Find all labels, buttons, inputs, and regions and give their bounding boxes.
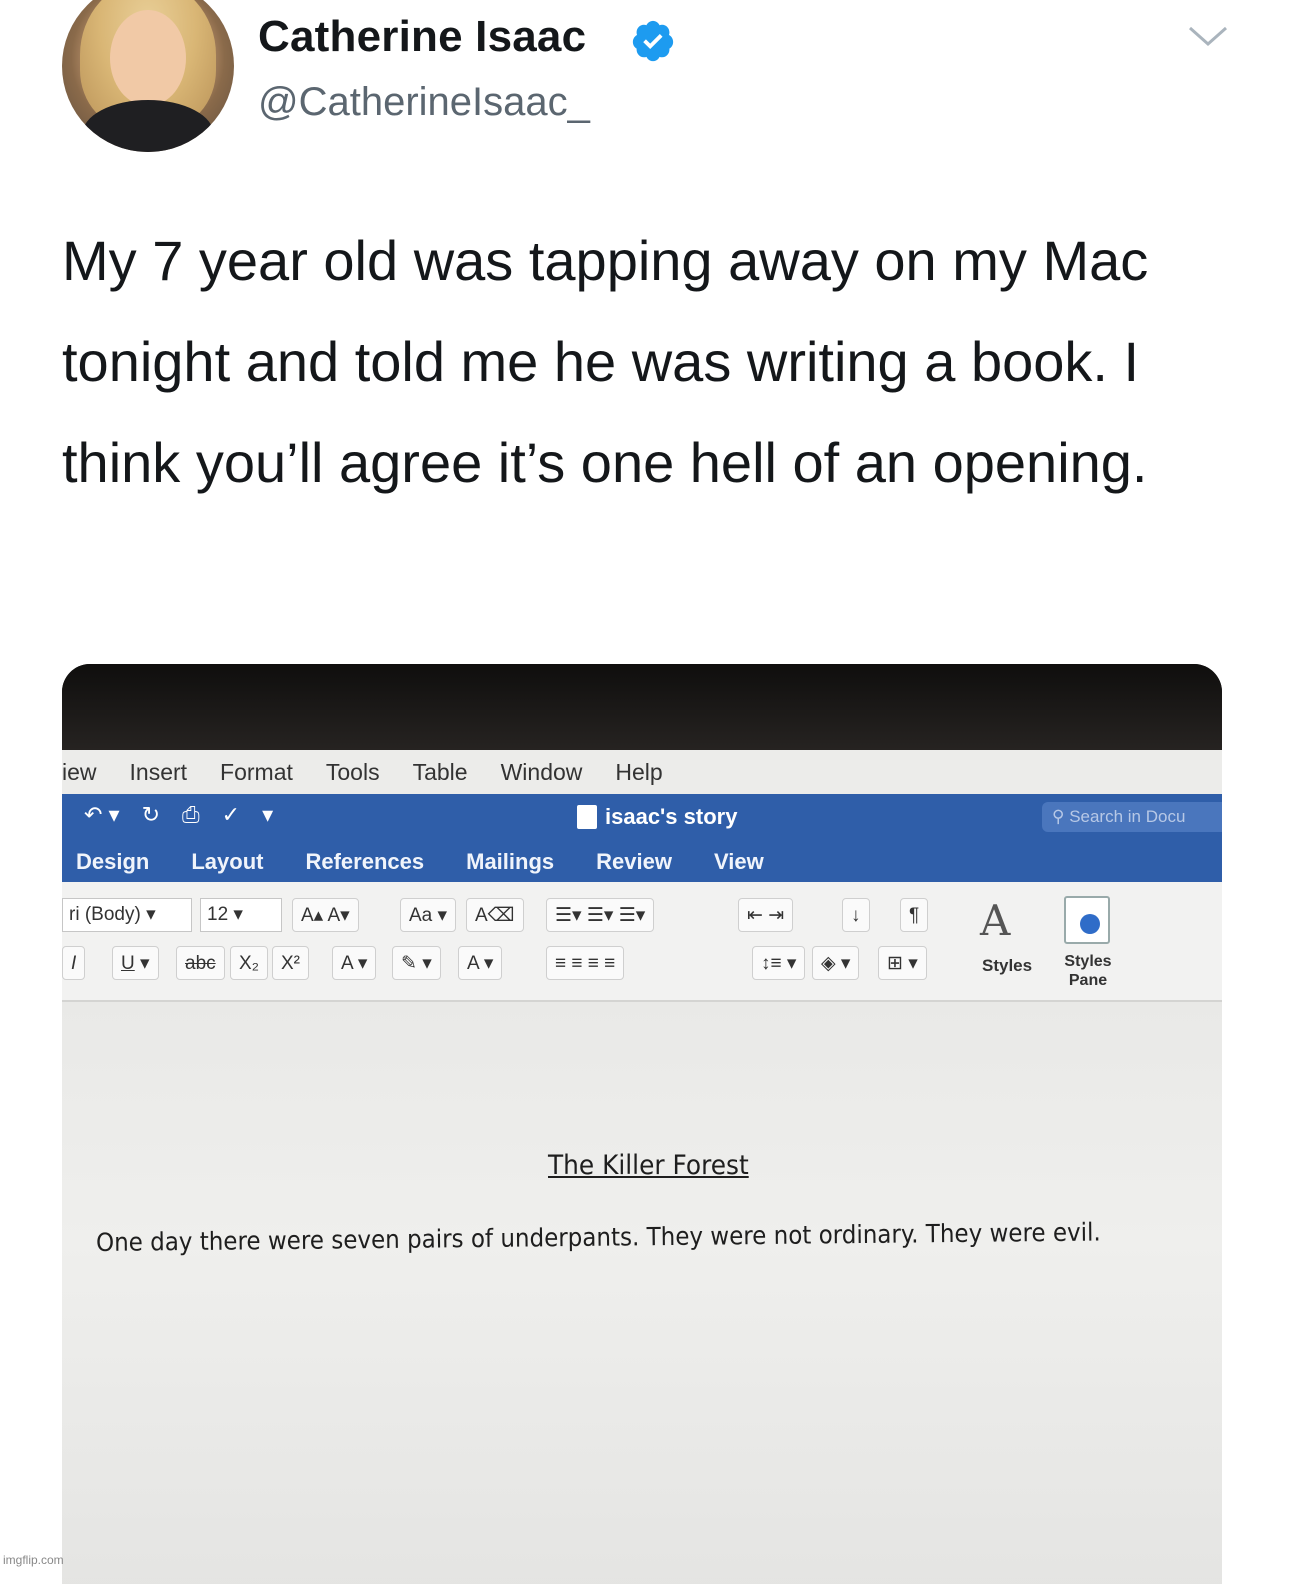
display-name[interactable]: Catherine Isaac bbox=[258, 12, 586, 62]
customize-toolbar-icon[interactable]: ▾ bbox=[262, 802, 273, 828]
strikethrough-icon[interactable]: abc bbox=[176, 946, 225, 980]
font-name-dropdown[interactable]: ri (Body) ▾ bbox=[62, 898, 192, 932]
search-placeholder: Search in Docu bbox=[1069, 807, 1186, 826]
tab-view[interactable]: View bbox=[714, 849, 764, 875]
align-left-icon[interactable]: ≡ ≡ ≡ ≡ bbox=[546, 946, 625, 980]
font-size-dropdown[interactable]: 12 ▾ bbox=[200, 898, 282, 932]
search-icon: ⚲ bbox=[1052, 807, 1065, 826]
tweet-text: My 7 year old was tapping away on my Mac… bbox=[62, 229, 1149, 494]
tweet-photo[interactable]: iew Insert Format Tools Table Window Hel… bbox=[62, 664, 1222, 1584]
shading-icon[interactable]: ◈ ▾ bbox=[812, 946, 860, 980]
pilcrow-icon[interactable]: ¶ bbox=[900, 898, 929, 932]
document-body: One day there were seven pairs of underp… bbox=[95, 1217, 1101, 1257]
laptop-bezel bbox=[62, 664, 1222, 750]
font-color-icon[interactable]: A ▾ bbox=[458, 946, 503, 980]
print-icon[interactable]: ⎙ bbox=[182, 802, 200, 828]
menu-bar: iew Insert Format Tools Table Window Hel… bbox=[62, 750, 1222, 794]
ribbon-tabs: Design Layout References Mailings Review… bbox=[62, 842, 1222, 882]
highlight-icon[interactable]: ✎ ▾ bbox=[392, 946, 441, 980]
document-heading: The Killer Forest bbox=[548, 1150, 749, 1181]
search-input[interactable]: ⚲ Search in Docu bbox=[1042, 802, 1222, 832]
superscript-icon[interactable]: X² bbox=[272, 946, 309, 980]
change-case-icon[interactable]: Aa ▾ bbox=[400, 898, 457, 932]
styles-pane-icon[interactable] bbox=[1064, 896, 1110, 944]
menu-item-table[interactable]: Table bbox=[413, 759, 468, 786]
borders-icon[interactable]: ⊞ ▾ bbox=[878, 946, 927, 980]
verified-badge-icon bbox=[632, 20, 674, 62]
menu-item-tools[interactable]: Tools bbox=[326, 759, 380, 786]
document-page[interactable]: The Killer Forest One day there were sev… bbox=[62, 1002, 1222, 1584]
ribbon: ri (Body) ▾ 12 ▾ A▴ A▾ Aa ▾ A⌫ ☰▾ ☰▾ ☰▾ … bbox=[62, 882, 1222, 1002]
bullets-icon[interactable]: ☰▾ ☰▾ ☰▾ bbox=[546, 898, 655, 932]
document-title-label: isaac's story bbox=[605, 804, 738, 829]
spellcheck-icon[interactable]: ✓ bbox=[222, 802, 240, 828]
indent-icon[interactable]: ⇤ ⇥ bbox=[738, 898, 794, 932]
menu-item-help[interactable]: Help bbox=[615, 759, 662, 786]
tab-layout[interactable]: Layout bbox=[191, 849, 263, 875]
title-bar: ↶ ▾ ↻ ⎙ ✓ ▾ isaac's story ⚲ Search in Do… bbox=[62, 794, 1222, 842]
tweet-header: Catherine Isaac @CatherineIsaac_ bbox=[0, 0, 1289, 180]
clear-formatting-icon[interactable]: A⌫ bbox=[466, 898, 524, 932]
chevron-down-icon[interactable] bbox=[1186, 22, 1230, 50]
increase-font-icon[interactable]: A▴ A▾ bbox=[292, 898, 359, 932]
document-title: isaac's story bbox=[577, 804, 737, 830]
menu-item-format[interactable]: Format bbox=[220, 759, 293, 786]
underline-icon[interactable]: U ▾ bbox=[112, 946, 159, 980]
menu-item-view[interactable]: iew bbox=[62, 759, 97, 786]
tab-design[interactable]: Design bbox=[76, 849, 149, 875]
tab-mailings[interactable]: Mailings bbox=[466, 849, 554, 875]
styles-pane-label[interactable]: Styles Pane bbox=[1058, 952, 1118, 990]
document-icon bbox=[577, 805, 597, 829]
avatar[interactable] bbox=[62, 0, 234, 152]
italic-icon[interactable]: I bbox=[62, 946, 86, 980]
watermark: imgflip.com bbox=[3, 1553, 64, 1567]
redo-icon[interactable]: ↻ bbox=[142, 802, 160, 828]
menu-item-insert[interactable]: Insert bbox=[130, 759, 188, 786]
menu-item-window[interactable]: Window bbox=[501, 759, 583, 786]
undo-icon[interactable]: ↶ ▾ bbox=[84, 802, 120, 828]
quick-access-toolbar: ↶ ▾ ↻ ⎙ ✓ ▾ bbox=[84, 802, 273, 828]
tab-references[interactable]: References bbox=[305, 849, 424, 875]
handle[interactable]: @CatherineIsaac_ bbox=[258, 80, 590, 125]
tab-review[interactable]: Review bbox=[596, 849, 672, 875]
text-effects-icon[interactable]: A ▾ bbox=[332, 946, 377, 980]
line-spacing-icon[interactable]: ↕≡ ▾ bbox=[752, 946, 806, 980]
styles-label[interactable]: Styles bbox=[982, 956, 1032, 976]
sort-icon[interactable]: ↓ bbox=[842, 898, 870, 932]
styles-icon[interactable]: A bbox=[980, 896, 1010, 945]
subscript-icon[interactable]: X₂ bbox=[230, 946, 269, 980]
